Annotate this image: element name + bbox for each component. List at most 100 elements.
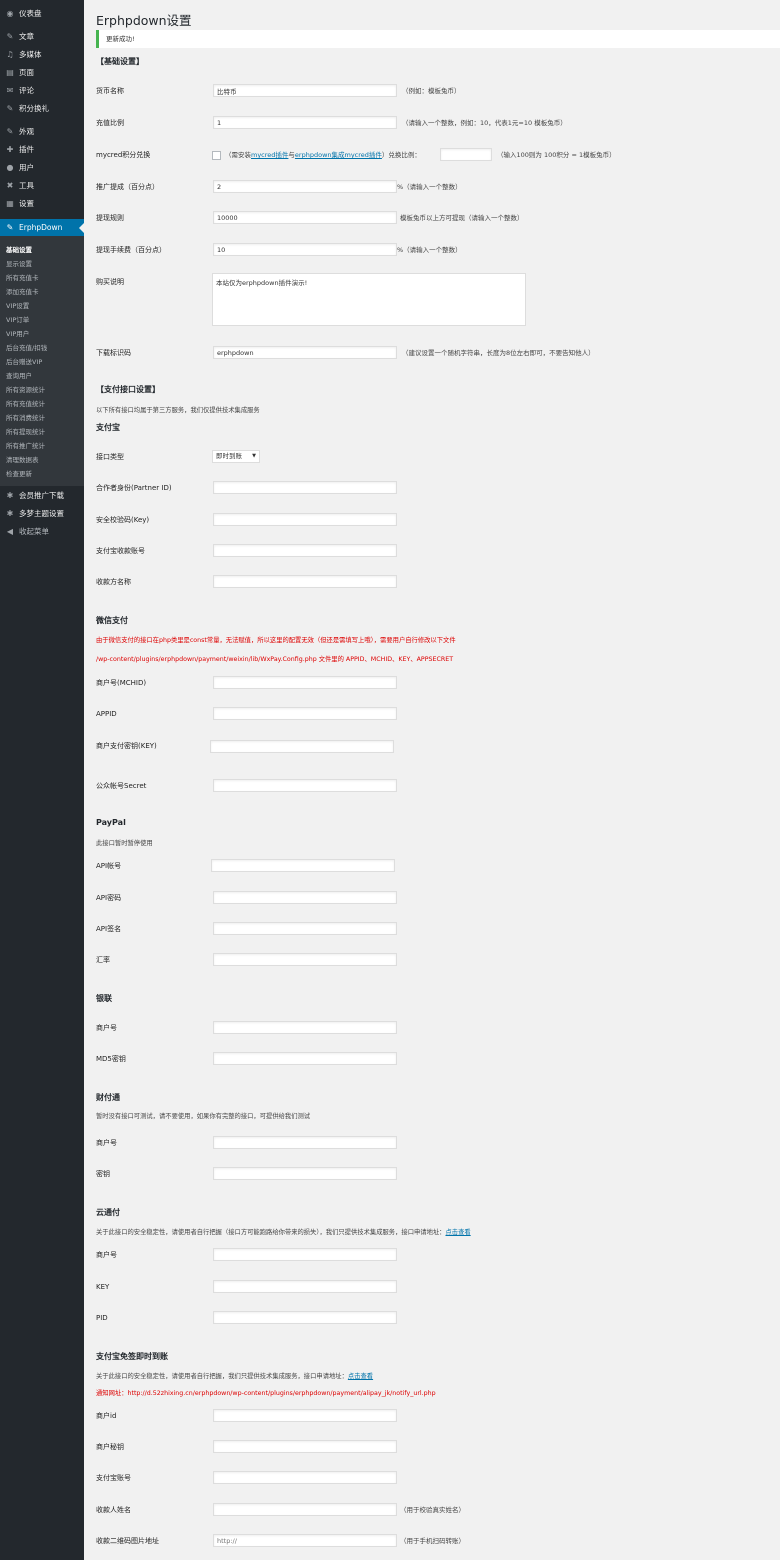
dashboard-icon: ◉ [6, 9, 14, 18]
alipay-free-apply-link[interactable]: 点击查看 [348, 1373, 373, 1380]
brush-icon: ✎ [6, 127, 14, 136]
mycred-checkbox[interactable] [212, 151, 221, 160]
sidebar-item-erphpdown[interactable]: ✎ ErphpDown [0, 219, 84, 236]
submenu-item-cards[interactable]: 所有充值卡 [6, 272, 39, 282]
alipay-free-key-label: 商户秘钥 [96, 1443, 124, 1451]
alipay-free-qr-input[interactable] [213, 1534, 397, 1547]
wechat-mchid-input[interactable] [213, 676, 397, 689]
alipay-free-title: 支付宝免签即时到账 [96, 1352, 168, 1361]
wechat-appid-input[interactable] [213, 707, 397, 720]
submenu-item-recharge-stats[interactable]: 所有充值统计 [6, 398, 45, 408]
basic-settings-title: 【基础设置】 [96, 57, 144, 66]
tenpay-merchant-label: 商户号 [96, 1139, 117, 1147]
wechat-key-input[interactable] [210, 740, 394, 753]
sidebar-item-label: ErphpDown [19, 223, 63, 232]
sidebar-item-points[interactable]: ✎ 积分换礼 [0, 100, 84, 117]
alipay-free-notify: 通知网址：http://d.52zhixing.cn/erphpdown/wp-… [96, 1390, 436, 1397]
coin-name-desc: （例如：模板兔币） [402, 87, 461, 95]
unionpay-title: 银联 [96, 994, 112, 1003]
paypal-signature-input[interactable] [213, 922, 397, 935]
submenu-item-vip-settings[interactable]: VIP设置 [6, 300, 29, 310]
mycred-ratio-input[interactable] [440, 148, 492, 161]
mycred-integration-link[interactable]: erphpdown集成mycred插件 [295, 151, 382, 159]
rate-input[interactable] [213, 116, 397, 129]
sidebar-item-collapse[interactable]: ◀ 收起菜单 [0, 523, 84, 540]
alipay-free-key-input[interactable] [213, 1440, 397, 1453]
submenu-item-vip-orders[interactable]: VIP订单 [6, 314, 29, 324]
mycred-desc: （需安装mycred插件与erphpdown集成mycred插件）兑换比例： [225, 150, 421, 160]
alipay-free-account-input[interactable] [213, 1471, 397, 1484]
mycred-plugin-link[interactable]: mycred插件 [251, 151, 288, 159]
sidebar-item-label: 文章 [19, 32, 34, 41]
sidebar-item-tools[interactable]: ✖ 工具 [0, 177, 84, 194]
submenu-item-basic[interactable]: 基础设置 [6, 244, 32, 254]
pin-icon: ✎ [6, 32, 14, 41]
yuntong-key-input[interactable] [213, 1280, 397, 1293]
wechat-secret-input[interactable] [213, 779, 397, 792]
submenu-item-check-update[interactable]: 检查更新 [6, 468, 32, 478]
yuntong-pid-input[interactable] [213, 1311, 397, 1324]
sidebar-item-comments[interactable]: ✉ 评论 [0, 82, 84, 99]
sidebar-item-pages[interactable]: ▤ 页面 [0, 64, 84, 81]
sidebar-item-member-promo[interactable]: ✱ 会员推广下载 [0, 487, 84, 504]
yuntong-pid-label: PID [96, 1314, 108, 1322]
submenu-item-query-user[interactable]: 查询用户 [6, 370, 32, 380]
yuntong-merchant-input[interactable] [213, 1248, 397, 1261]
alipay-free-merchant-input[interactable] [213, 1409, 397, 1422]
sidebar-item-appearance[interactable]: ✎ 外观 [0, 123, 84, 140]
sidebar-item-plugins[interactable]: ✚ 插件 [0, 141, 84, 158]
alipay-name-input[interactable] [213, 575, 397, 588]
coin-name-input[interactable] [213, 84, 397, 97]
sidebar-item-label: 评论 [19, 86, 34, 95]
alipay-free-payee-input[interactable] [213, 1503, 397, 1516]
alipay-partner-input[interactable] [213, 481, 397, 494]
submenu-item-clean-tables[interactable]: 清理数据表 [6, 454, 39, 464]
tenpay-key-input[interactable] [213, 1167, 397, 1180]
paypal-rate-input[interactable] [213, 953, 397, 966]
wechat-title: 微信支付 [96, 616, 128, 625]
submenu-item-withdraw-stats[interactable]: 所有提现统计 [6, 426, 45, 436]
buy-desc-textarea[interactable]: 本站仅为erphpdown插件演示! [212, 273, 526, 326]
page-title: Erphpdown设置 [96, 13, 192, 28]
sidebar-item-users[interactable]: ● 用户 [0, 159, 84, 176]
page-icon: ▤ [6, 68, 14, 77]
media-icon: ♫ [6, 50, 14, 59]
withdraw-rule-input[interactable] [213, 211, 397, 224]
submenu-item-add-card[interactable]: 添加充值卡 [6, 286, 39, 296]
unionpay-merchant-label: 商户号 [96, 1024, 117, 1032]
submenu-item-promo-stats[interactable]: 所有推广统计 [6, 440, 45, 450]
yuntong-apply-link[interactable]: 点击查看 [445, 1229, 470, 1236]
download-id-input[interactable] [213, 346, 397, 359]
sidebar-item-settings[interactable]: ▦ 设置 [0, 195, 84, 212]
alipay-type-select[interactable]: 即时到账 ▼ [212, 450, 260, 463]
success-notice: 更新成功! [96, 30, 780, 48]
promo-input[interactable] [213, 180, 397, 193]
submenu-item-resource-stats[interactable]: 所有资源统计 [6, 384, 45, 394]
tenpay-title: 财付通 [96, 1093, 120, 1102]
paypal-title: PayPal [96, 818, 126, 827]
alipay-key-input[interactable] [213, 513, 397, 526]
gear-icon: ✱ [6, 491, 14, 500]
submenu-item-recharge[interactable]: 后台充值/扣钱 [6, 342, 47, 352]
sidebar-item-dashboard[interactable]: ◉ 仪表盘 [0, 5, 84, 22]
sidebar-item-theme-settings[interactable]: ✱ 多梦主题设置 [0, 505, 84, 522]
submenu-item-gift-vip[interactable]: 后台赠送VIP [6, 356, 42, 366]
tenpay-merchant-input[interactable] [213, 1136, 397, 1149]
alipay-account-input[interactable] [213, 544, 397, 557]
unionpay-merchant-input[interactable] [213, 1021, 397, 1034]
sidebar-item-label: 多媒体 [19, 50, 42, 59]
sidebar-item-posts[interactable]: ✎ 文章 [0, 28, 84, 45]
withdraw-fee-label: 提现手续费（百分点） [96, 246, 166, 254]
withdraw-fee-input[interactable] [213, 243, 397, 256]
wechat-key-label: 商户支付密钥(KEY) [96, 742, 157, 750]
submenu-item-consume-stats[interactable]: 所有消费统计 [6, 412, 45, 422]
unionpay-md5-input[interactable] [213, 1052, 397, 1065]
paypal-account-input[interactable] [211, 859, 395, 872]
sidebar-item-label: 多梦主题设置 [19, 509, 64, 518]
submenu-item-vip-users[interactable]: VIP用户 [6, 328, 29, 338]
submenu-item-display[interactable]: 显示设置 [6, 258, 32, 268]
sidebar-item-media[interactable]: ♫ 多媒体 [0, 46, 84, 63]
paypal-password-input[interactable] [213, 891, 397, 904]
withdraw-rule-label: 提现规则 [96, 214, 124, 222]
wechat-note-1: 由于微信支付的接口在php类里是const常量，无法赋值，所以这里的配置无效（但… [96, 637, 456, 644]
